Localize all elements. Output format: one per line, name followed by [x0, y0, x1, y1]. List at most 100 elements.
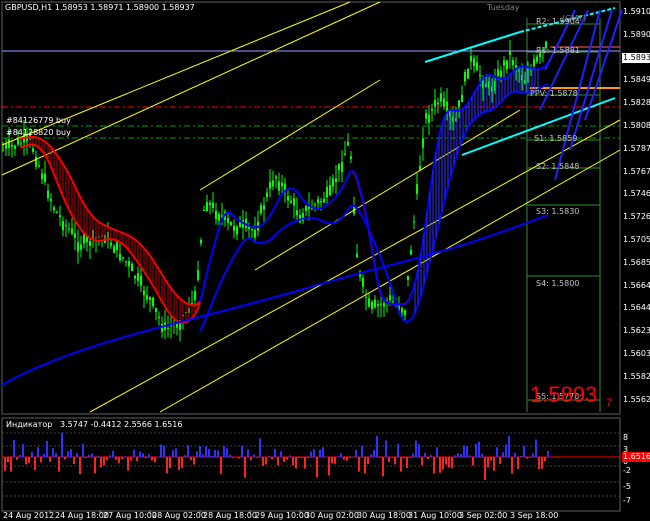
time-axis-label: 30 Aug 18:00: [357, 511, 411, 520]
time-axis-label: 27 Aug 10:00: [103, 511, 157, 520]
candle-body: [332, 178, 334, 187]
candle-body: [167, 327, 169, 329]
price-axis-label: 1.56235: [623, 326, 650, 336]
candle-body: [89, 241, 91, 246]
candle-body: [293, 198, 295, 206]
candle-body: [230, 221, 232, 226]
price-axis-label: 1.57260: [623, 212, 650, 222]
price-axis-label: 1.57055: [623, 235, 650, 244]
order-label[interactable]: #84128820 buy: [6, 128, 71, 138]
price-axis-label: 1.58490: [623, 75, 650, 85]
candle-body: [71, 228, 73, 234]
candle-body: [278, 181, 280, 191]
candle-body: [260, 205, 262, 214]
ma-blue-slow: [199, 82, 549, 332]
price-axis-label: 1.57465: [623, 189, 650, 199]
current-price-tag: 1.58937: [622, 53, 650, 63]
candle-body: [80, 244, 82, 250]
candle-body: [212, 202, 214, 208]
price-axis-label: 1.56850: [623, 257, 650, 267]
candle-body: [356, 253, 358, 258]
candle-body: [470, 56, 472, 62]
pivot-label-ppv: PPV: 1.5878: [530, 89, 578, 98]
time-axis-label: 28 Aug 18:00: [203, 511, 257, 520]
candle-body: [503, 60, 505, 66]
candle-body: [371, 301, 373, 309]
candle-body: [251, 229, 253, 231]
pivot-label-r1: R1: 1.5881: [536, 46, 580, 55]
overlays: [1, 1, 623, 514]
time-axis-label: 24 Aug 18:00: [55, 511, 109, 520]
ma-red-slow: [19, 135, 201, 307]
candle-body: [137, 272, 139, 281]
price-chart-canvas[interactable]: [0, 0, 650, 521]
candle-body: [275, 176, 277, 179]
candle-body: [461, 94, 463, 103]
candle-body: [437, 102, 439, 105]
candle-body: [35, 156, 37, 167]
candle-body: [146, 295, 148, 300]
candle-body: [401, 308, 403, 313]
candle-body: [158, 316, 160, 318]
candle-body: [323, 199, 325, 203]
candle-body: [479, 75, 481, 77]
candle-body: [206, 202, 208, 212]
candle-body: [233, 225, 235, 231]
time-axis-label: 3 Sep 02:00: [459, 511, 508, 520]
candle-body: [131, 263, 133, 272]
candle-body: [50, 198, 52, 201]
indicator-values: 3.5747 -0.4412 2.5566 1.6516: [60, 420, 183, 429]
candle-body: [227, 218, 229, 223]
candle-body: [209, 202, 211, 205]
candle-body: [296, 210, 298, 216]
candle-body: [2, 149, 4, 151]
channel-line: [1, 1, 381, 176]
candle-body: [290, 200, 292, 203]
candle-body: [5, 143, 7, 149]
time-axis-label: 3 Sep 18:00: [510, 511, 559, 520]
price-axis-label: 1.57875: [623, 143, 650, 153]
candle-body: [197, 270, 199, 280]
candle-body: [329, 185, 331, 195]
candle-body: [74, 233, 76, 238]
candle-body: [287, 195, 289, 201]
candle-body: [500, 70, 502, 77]
candle-body: [32, 148, 34, 152]
candle-body: [44, 173, 46, 182]
candle-body: [272, 180, 274, 187]
candle-body: [263, 205, 265, 210]
price-axis-label: 1.56645: [623, 280, 650, 290]
time-axis-label: 24 Aug 2012: [3, 511, 55, 520]
candle-body: [443, 98, 445, 107]
candle-body: [476, 62, 478, 71]
time-axis-label: 31 Aug 10:00: [408, 511, 462, 520]
candle-body: [143, 290, 145, 296]
candle-body: [236, 226, 238, 235]
candle-body: [434, 100, 436, 107]
candle-body: [14, 145, 16, 149]
candle-body: [149, 297, 151, 300]
candle-body: [341, 162, 343, 172]
pivot-label-r2: R2: 1.5904: [536, 17, 580, 26]
candlesticks: [2, 39, 547, 342]
day-label: Tuesday: [487, 3, 520, 12]
big-price: 1.5893: [530, 382, 598, 407]
price-axis-label: 1.59105: [623, 7, 650, 16]
candle-body: [155, 308, 157, 312]
candle-body: [533, 59, 535, 67]
price-axis-label: 1.58900: [623, 29, 650, 39]
candle-body: [194, 291, 196, 300]
candle-body: [47, 190, 49, 199]
indicator-level-label: -5: [623, 482, 631, 491]
candle-body: [347, 141, 349, 146]
candle-body: [59, 215, 61, 217]
ma-red-fast: [19, 143, 201, 325]
candle-body: [338, 163, 340, 171]
candle-body: [269, 181, 271, 189]
candle-body: [266, 192, 268, 197]
pivot-label-s2: S2: 1.5848: [536, 162, 580, 171]
order-label[interactable]: #84126779 buy: [6, 116, 71, 126]
price-axis-label: 1.58080: [623, 121, 650, 130]
time-axis-label: 30 Aug 02:00: [305, 511, 359, 520]
indicator-level-label: 8: [623, 433, 629, 442]
